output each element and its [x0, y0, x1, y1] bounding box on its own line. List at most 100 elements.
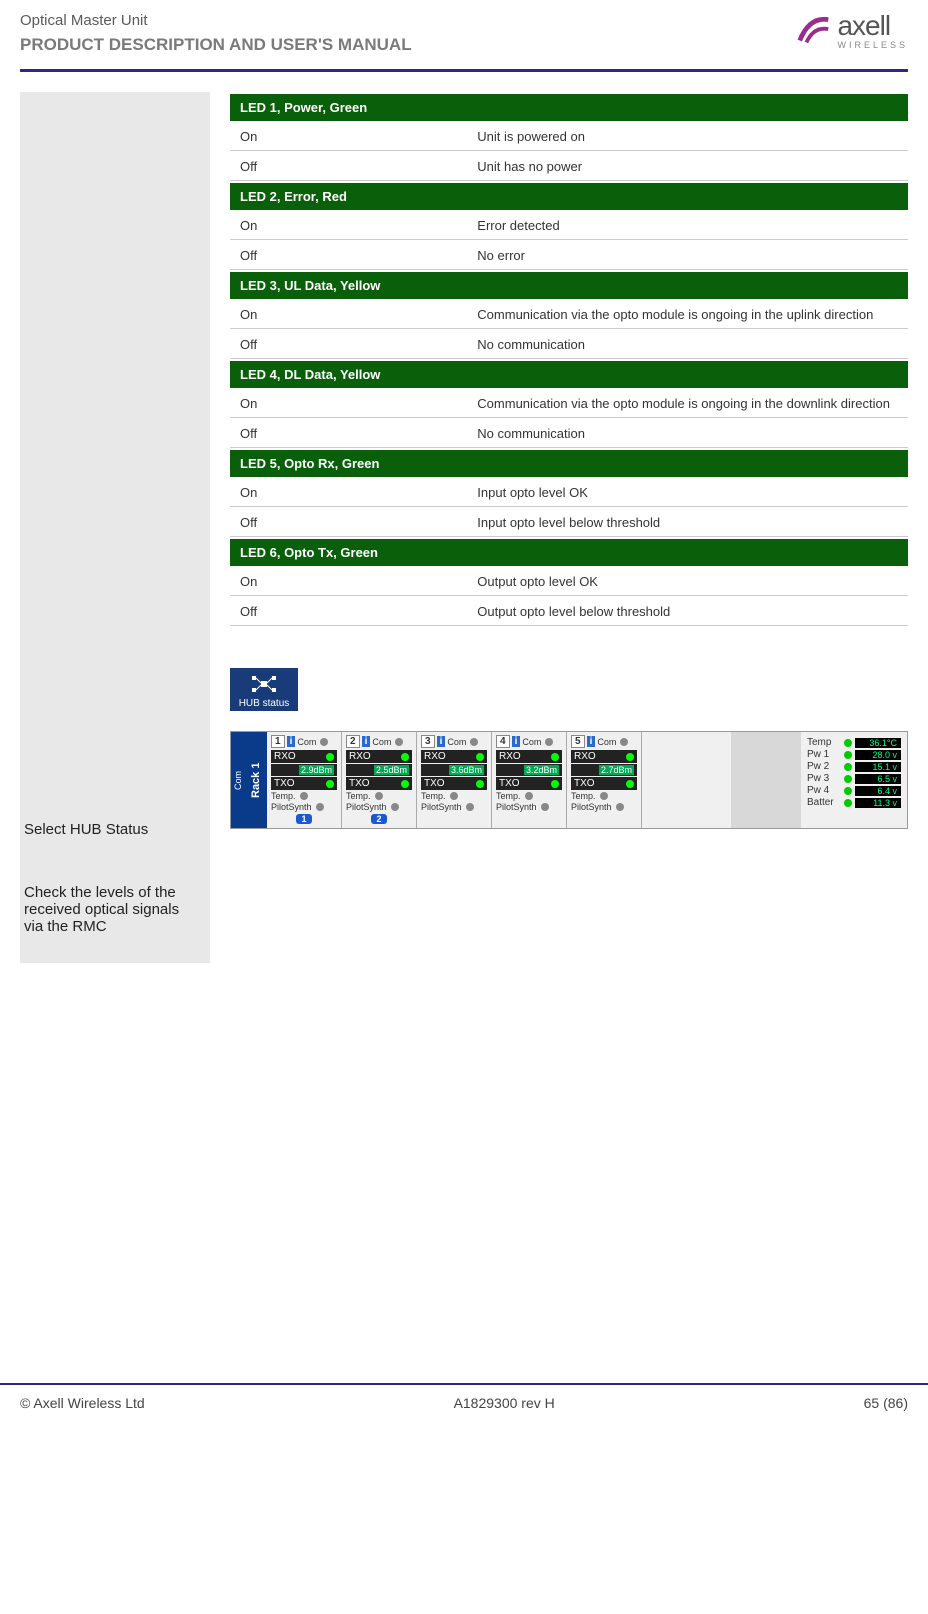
led3-off-state: Off — [230, 331, 467, 359]
status-label: Pw 1 — [807, 749, 842, 760]
step-check-levels: Check the levels of the received optical… — [20, 880, 200, 939]
page-header: Optical Master Unit PRODUCT DESCRIPTION … — [0, 0, 928, 65]
led5-header: LED 5, Opto Rx, Green — [230, 450, 908, 477]
status-label: Pw 2 — [807, 761, 842, 772]
status-label: Pw 4 — [807, 785, 842, 796]
status-row-temp: Temp36.1°C — [807, 737, 901, 748]
led1-off-desc: Unit has no power — [467, 153, 908, 181]
doc-subtitle: PRODUCT DESCRIPTION AND USER'S MANUAL — [20, 35, 412, 55]
rack-label: Rack 1 — [245, 732, 267, 828]
empty-slot — [731, 732, 801, 828]
tx-row: TXO — [271, 777, 337, 790]
temp-row: Temp. — [346, 791, 412, 801]
rx-value-row: 2.5dBm — [346, 764, 412, 776]
info-icon[interactable]: i — [287, 736, 296, 747]
rx-row: RXO — [346, 750, 412, 763]
com-label: Com — [372, 737, 391, 747]
slot-number: 2 — [346, 735, 360, 748]
tx-row: TXO — [571, 777, 637, 790]
led1-off-state: Off — [230, 153, 467, 181]
led6-off-state: Off — [230, 598, 467, 626]
status-value: 28.0 v — [855, 750, 901, 760]
led4-header: LED 4, DL Data, Yellow — [230, 361, 908, 388]
pilot-row: PilotSynth — [571, 802, 637, 812]
rx-value-row: 2.9dBm — [271, 764, 337, 776]
info-icon[interactable]: i — [437, 736, 446, 747]
rmc-slot-2: 2 i Com RXO 2.5dBm TXO Temp. PilotSynth … — [342, 732, 417, 828]
status-led-icon — [844, 763, 852, 771]
com-label: Com — [447, 737, 466, 747]
led5-on-desc: Input opto level OK — [467, 479, 908, 507]
step-select-hub: Select HUB Status — [20, 817, 200, 842]
status-value: 11.3 v — [855, 798, 901, 808]
led3-on-state: On — [230, 301, 467, 329]
led2-off-state: Off — [230, 242, 467, 270]
rx-row: RXO — [421, 750, 487, 763]
com-led-icon — [620, 738, 628, 746]
info-icon[interactable]: i — [512, 736, 521, 747]
pilot-row: PilotSynth — [421, 802, 487, 812]
status-row-pw4: Pw 46.4 v — [807, 785, 901, 796]
led3-on-desc: Communication via the opto module is ong… — [467, 301, 908, 329]
slot-number: 3 — [421, 735, 435, 748]
rx-value-row: 3.6dBm — [421, 764, 487, 776]
rmc-panel: Com Rack 1 1 i Com RXO 2.9dBm TXO Temp. … — [230, 731, 908, 829]
hub-network-icon — [238, 674, 290, 694]
rx-value: 3.6dBm — [449, 765, 484, 775]
rx-value-row: 3.2dBm — [496, 764, 562, 776]
status-row-pw3: Pw 3 6.5 v — [807, 773, 901, 784]
led4-on-state: On — [230, 390, 467, 418]
footer-page: 65 (86) — [864, 1395, 908, 1411]
slot-number: 5 — [571, 735, 585, 748]
led6-on-state: On — [230, 568, 467, 596]
led4-on-desc: Communication via the opto module is ong… — [467, 390, 908, 418]
com-sidebar: Com — [231, 732, 245, 828]
com-led-icon — [395, 738, 403, 746]
led3-off-desc: No communication — [467, 331, 908, 359]
hub-status-label: HUB status — [239, 698, 290, 709]
rmc-slot-3: 3 i Com RXO 3.6dBm TXO Temp. PilotSynth — [417, 732, 492, 828]
status-led-icon — [844, 751, 852, 759]
logo-sub-text: WIRELESS — [837, 40, 908, 50]
rx-row: RXO — [496, 750, 562, 763]
status-row-pw2: Pw 2 15.1 v — [807, 761, 901, 772]
rx-value: 2.5dBm — [374, 765, 409, 775]
led3-header: LED 3, UL Data, Yellow — [230, 272, 908, 299]
slot-badge[interactable]: 1 — [296, 814, 311, 824]
pilot-row: PilotSynth — [496, 802, 562, 812]
pilot-row: PilotSynth — [271, 802, 337, 812]
led2-on-state: On — [230, 212, 467, 240]
rx-row: RXO — [271, 750, 337, 763]
logo-main-text: axell — [837, 12, 908, 40]
led4-off-state: Off — [230, 420, 467, 448]
rx-value: 3.2dBm — [524, 765, 559, 775]
rmc-slot-4: 4 i Com RXO 3.2dBm TXO Temp. PilotSynth — [492, 732, 567, 828]
slot-number: 4 — [496, 735, 510, 748]
status-value: 15.1 v — [855, 762, 901, 772]
left-sidebar: Select HUB Status Check the levels of th… — [20, 92, 210, 963]
status-label: Batter — [807, 797, 842, 808]
com-led-icon — [470, 738, 478, 746]
com-label: Com — [297, 737, 316, 747]
hub-status-button[interactable]: HUB status — [230, 668, 298, 711]
info-icon[interactable]: i — [362, 736, 371, 747]
slot-badge[interactable]: 2 — [371, 814, 386, 824]
temp-row: Temp. — [571, 791, 637, 801]
led5-off-desc: Input opto level below threshold — [467, 509, 908, 537]
status-value: 6.5 v — [855, 774, 901, 784]
brand-logo: axell WIRELESS — [795, 12, 908, 50]
tx-row: TXO — [496, 777, 562, 790]
rmc-slot-1: 1 i Com RXO 2.9dBm TXO Temp. PilotSynth … — [267, 732, 342, 828]
wave-icon — [795, 12, 833, 50]
footer-copyright: © Axell Wireless Ltd — [20, 1395, 145, 1411]
temp-row: Temp. — [271, 791, 337, 801]
led2-header: LED 2, Error, Red — [230, 183, 908, 210]
led2-on-desc: Error detected — [467, 212, 908, 240]
led6-off-desc: Output opto level below threshold — [467, 598, 908, 626]
led6-on-desc: Output opto level OK — [467, 568, 908, 596]
led1-on-desc: Unit is powered on — [467, 123, 908, 151]
info-icon[interactable]: i — [587, 736, 596, 747]
tx-row: TXO — [346, 777, 412, 790]
status-label: Pw 3 — [807, 773, 842, 784]
led4-off-desc: No communication — [467, 420, 908, 448]
